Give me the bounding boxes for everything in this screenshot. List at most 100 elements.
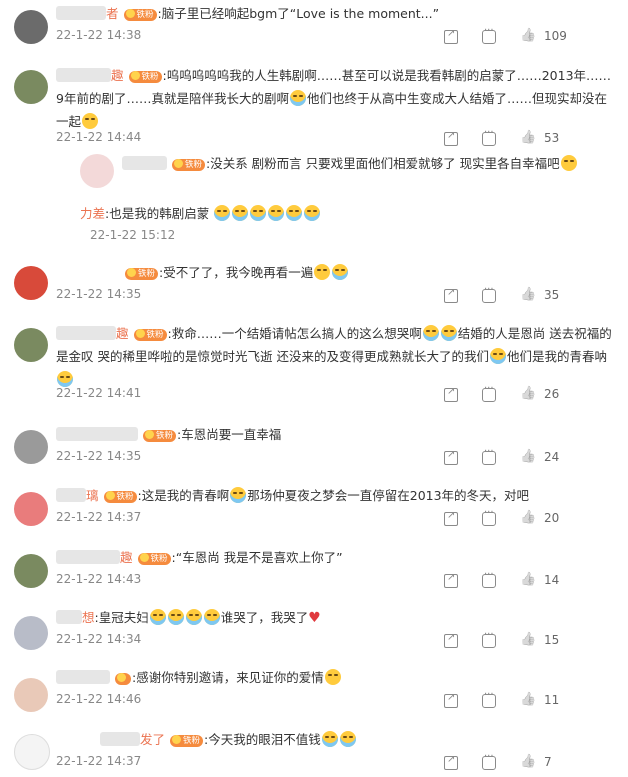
user-name[interactable]: 发了 (140, 732, 165, 747)
share-icon[interactable] (444, 632, 458, 648)
user-name[interactable]: 力差 (80, 206, 105, 221)
name-blur (122, 156, 167, 170)
share-icon[interactable] (444, 130, 458, 146)
action-bar: 15 (444, 629, 614, 652)
comment-item: 璃 铁粉:这是我的青春啊 那场仲夏夜之梦会一直停留在2013年的冬天，对吧 22-… (0, 482, 628, 537)
user-name[interactable]: 趣 (111, 68, 124, 83)
reply-item: 力差:也是我的韩剧启蒙 22-1-22 15:12 (0, 200, 628, 246)
user-name[interactable]: 趣 (116, 326, 129, 341)
comment-time: 22-1-22 14:46 (56, 692, 142, 706)
user-name[interactable]: 想 (82, 610, 95, 625)
comment-line: :感谢你特别邀请，来见证你的爱情 (56, 666, 614, 689)
comment-time: 22-1-22 14:38 (56, 28, 142, 42)
fan-badge: 铁粉 (142, 430, 176, 442)
like-icon[interactable] (520, 30, 534, 44)
comment-icon[interactable] (482, 446, 496, 465)
crying-emoji-icon (149, 609, 166, 625)
comment-line: 者 铁粉:脑子里已经响起bgm了“Love is the moment...” (56, 2, 614, 25)
like-icon[interactable] (520, 132, 534, 146)
fan-badge: 铁粉 (170, 735, 204, 747)
badge-icon (125, 9, 135, 18)
avatar[interactable] (14, 70, 48, 104)
fan-badge: 铁粉 (171, 159, 205, 171)
comment-item: 趣 铁粉:呜呜呜呜呜我的人生韩剧啊……甚至可以说是我看韩剧的启蒙了……2013年… (0, 60, 628, 150)
badge-icon (172, 735, 181, 744)
comment-line: 力差:也是我的韩剧启蒙 (80, 202, 614, 225)
share-icon[interactable] (444, 28, 458, 44)
comment-text: :救命……一个结婚请帖怎么搞人的这么想哭啊 (167, 326, 422, 341)
share-icon[interactable] (444, 287, 458, 303)
crying-emoji-icon (230, 487, 247, 503)
share-icon[interactable] (444, 572, 458, 588)
badge-icon (116, 673, 126, 682)
comment-line: 想:皇冠夫妇 谁哭了，我哭了♥ (56, 606, 614, 630)
share-icon[interactable] (444, 692, 458, 708)
crying-emoji-icon (422, 325, 439, 341)
comment-line: 趣 铁粉:呜呜呜呜呜我的人生韩剧啊……甚至可以说是我看韩剧的启蒙了……2013年… (56, 64, 614, 133)
avatar[interactable] (14, 616, 48, 650)
share-icon[interactable] (444, 510, 458, 526)
share-icon[interactable] (444, 449, 458, 465)
like-icon[interactable] (520, 451, 534, 465)
like-count: 11 (544, 693, 560, 707)
like-count: 14 (544, 573, 560, 587)
comment-icon[interactable] (482, 751, 496, 770)
badge-label: 铁粉 (136, 10, 154, 20)
comment-item: 铁粉:车恩尚要一直幸福 22-1-22 14:35 24 (0, 420, 628, 475)
name-blur (56, 68, 111, 82)
name-blur (56, 6, 106, 20)
name-blur (100, 732, 140, 746)
crying-emoji-icon (167, 609, 184, 625)
name-blur (56, 427, 138, 441)
action-bar: 11 (444, 689, 614, 712)
comment-icon[interactable] (482, 569, 496, 588)
avatar[interactable] (14, 492, 48, 526)
crying-emoji-icon (440, 325, 457, 341)
comment-time: 22-1-22 14:37 (56, 754, 142, 768)
comment-time: 22-1-22 14:43 (56, 572, 142, 586)
avatar[interactable] (14, 328, 48, 362)
comment-icon[interactable] (482, 383, 496, 402)
like-count: 24 (544, 450, 560, 464)
user-name[interactable]: 璃 (86, 488, 99, 503)
comment-text: :也是我的韩剧启蒙 (105, 206, 210, 221)
user-name[interactable]: 者 (106, 6, 119, 21)
comment-item: 想:皇冠夫妇 谁哭了，我哭了♥ 22-1-22 14:34 15 (0, 604, 628, 659)
comment-icon[interactable] (482, 284, 496, 303)
comment-icon[interactable] (482, 127, 496, 146)
share-icon[interactable] (444, 754, 458, 770)
avatar[interactable] (14, 266, 48, 300)
comment-icon[interactable] (482, 25, 496, 44)
comment-icon[interactable] (482, 629, 496, 648)
crying-emoji-icon (489, 348, 506, 364)
comment-text-2: 那场仲夏夜之梦会一直停留在2013年的冬天，对吧 (247, 488, 530, 503)
like-icon[interactable] (520, 388, 534, 402)
share-icon[interactable] (444, 386, 458, 402)
crying-emoji-icon (289, 90, 306, 106)
avatar[interactable] (14, 734, 50, 770)
comment-icon[interactable] (482, 689, 496, 708)
comment-item: 发了 铁粉:今天我的眼泪不值钱 22-1-22 14:37 7 (0, 728, 628, 777)
like-icon[interactable] (520, 694, 534, 708)
comment-line: 铁粉:没关系 剧粉而言 只要戏里面他们相爱就够了 现实里各自幸福吧 (122, 152, 614, 175)
avatar[interactable] (80, 154, 114, 188)
like-icon[interactable] (520, 512, 534, 526)
comment-line: 发了 铁粉:今天我的眼泪不值钱 (100, 728, 614, 751)
like-icon[interactable] (520, 289, 534, 303)
fan-badge: 铁粉 (103, 491, 137, 503)
comment-icon[interactable] (482, 507, 496, 526)
like-count: 35 (544, 288, 560, 302)
like-icon[interactable] (520, 756, 534, 770)
avatar[interactable] (14, 678, 48, 712)
comment-time: 22-1-22 14:37 (56, 510, 142, 524)
like-icon[interactable] (520, 574, 534, 588)
avatar[interactable] (14, 430, 48, 464)
comment-text: :没关系 剧粉而言 只要戏里面他们相爱就够了 现实里各自幸福吧 (206, 156, 560, 171)
like-icon[interactable] (520, 634, 534, 648)
user-name[interactable]: 趣 (120, 550, 133, 565)
action-bar: 35 (444, 284, 614, 307)
comment-line: 铁粉:车恩尚要一直幸福 (56, 423, 614, 446)
comment-text: :“车恩尚 我是不是喜欢上你了” (171, 550, 343, 565)
avatar[interactable] (14, 554, 48, 588)
avatar[interactable] (14, 10, 48, 44)
